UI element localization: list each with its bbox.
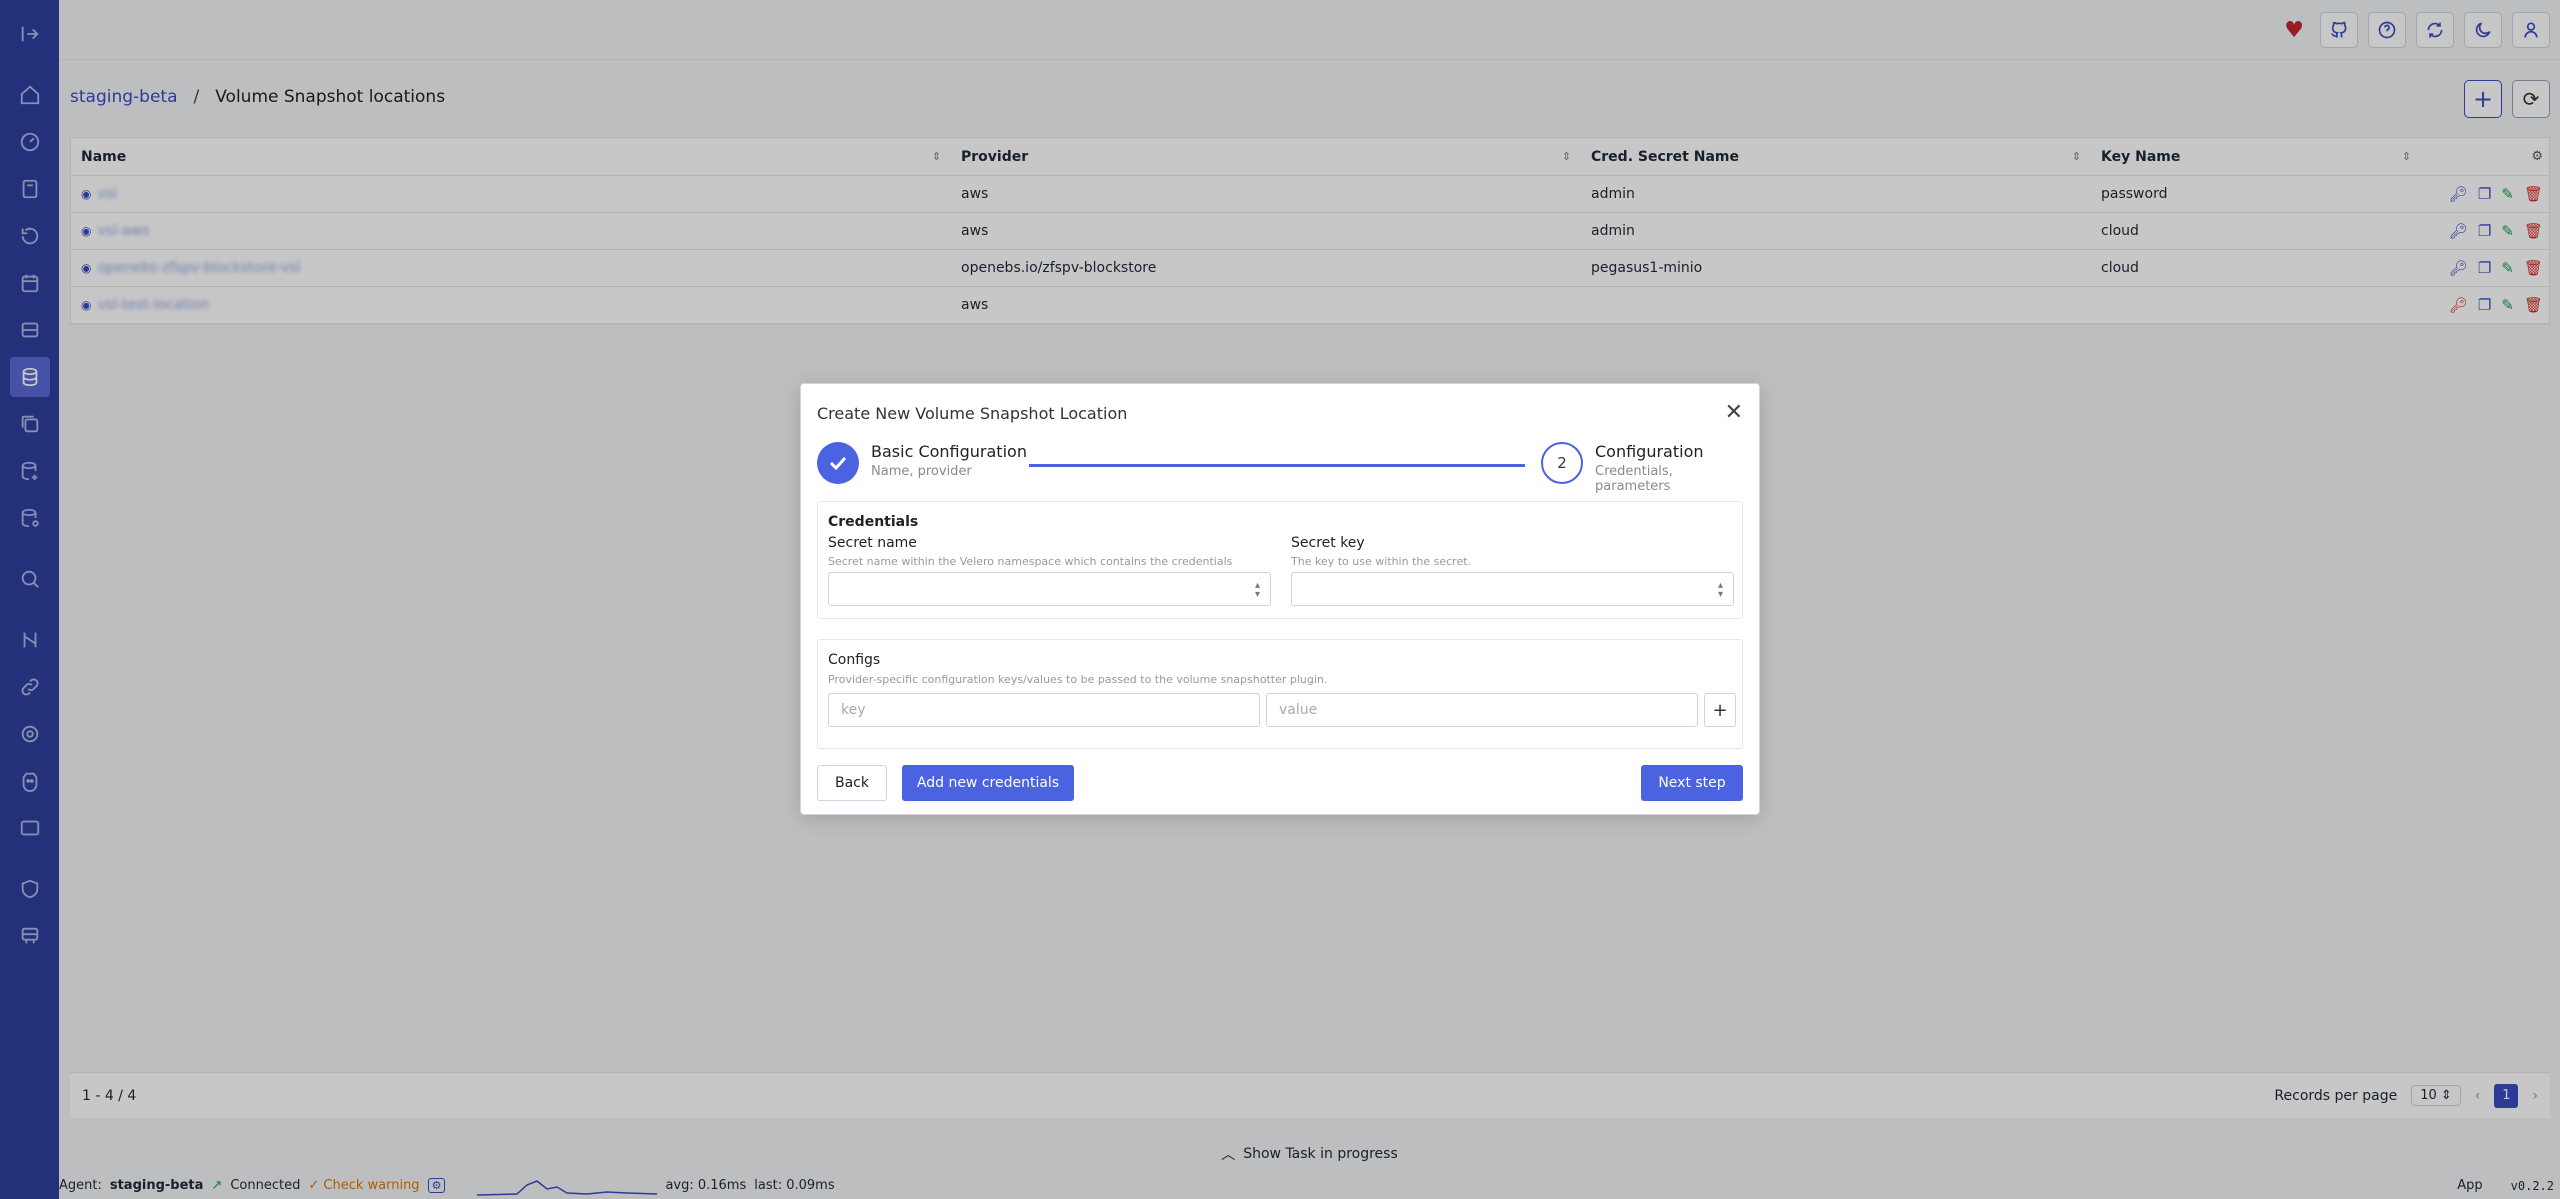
secret-key-label: Secret key [1291, 535, 1365, 551]
next-step-button[interactable]: Next step [1641, 765, 1743, 801]
credentials-panel: Credentials Secret name Secret name with… [817, 501, 1743, 619]
select-arrows-icon: ▴ ▾ [1717, 580, 1723, 600]
step-connector [1029, 464, 1525, 467]
stepper: Basic Configuration Name, provider 2 Con… [817, 442, 1743, 494]
step1-title: Basic Configuration [871, 442, 1027, 461]
step1-subtitle: Name, provider [871, 464, 972, 479]
secret-name-label: Secret name [828, 535, 917, 551]
add-config-button[interactable]: + [1704, 693, 1736, 727]
config-value-input[interactable]: value [1266, 693, 1698, 727]
credentials-title: Credentials [828, 514, 919, 530]
step2-subtitle: Credentials, parameters [1595, 464, 1673, 494]
secret-key-select[interactable]: ▴ ▾ [1291, 572, 1734, 606]
close-icon[interactable]: ✕ [1725, 400, 1743, 425]
modal-title: Create New Volume Snapshot Location [817, 404, 1128, 423]
back-button[interactable]: Back [817, 765, 887, 801]
secret-name-select[interactable]: ▴ ▾ [828, 572, 1271, 606]
select-arrows-icon: ▴ ▾ [1254, 580, 1260, 600]
secret-name-help: Secret name within the Velero namespace … [828, 555, 1233, 568]
configs-title: Configs [828, 652, 881, 668]
config-key-input[interactable]: key [828, 693, 1260, 727]
step2-title: Configuration [1595, 442, 1704, 461]
configs-help: Provider-specific configuration keys/val… [828, 673, 1328, 686]
step2-number[interactable]: 2 [1541, 442, 1583, 484]
create-vsl-modal: Create New Volume Snapshot Location ✕ Ba… [800, 383, 1760, 815]
add-credentials-button[interactable]: Add new credentials [902, 765, 1074, 801]
step-complete-icon[interactable] [817, 442, 859, 484]
configs-panel: Configs Provider-specific configuration … [817, 639, 1743, 749]
secret-key-help: The key to use within the secret. [1291, 555, 1472, 568]
